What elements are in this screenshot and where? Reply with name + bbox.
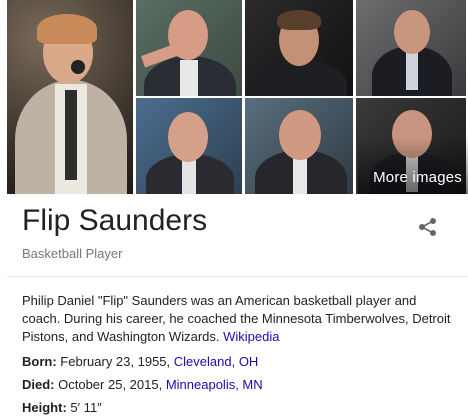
fact-born: Born: February 23, 1955, Cleveland, OH [22, 354, 258, 369]
photo-2[interactable] [136, 0, 242, 96]
entity-header: Flip Saunders Basketball Player [7, 194, 468, 277]
photo-1[interactable] [7, 0, 133, 194]
photo-3[interactable] [245, 0, 353, 96]
fact-died-label: Died: [22, 377, 55, 392]
image-gallery[interactable]: More images [7, 0, 468, 194]
entity-description: Philip Daniel "Flip" Saunders was an Ame… [22, 292, 458, 346]
knowledge-panel: More images Flip Saunders Basketball Pla… [0, 0, 468, 418]
photo-4[interactable] [356, 0, 466, 96]
born-place-link[interactable]: Cleveland, OH [174, 354, 259, 369]
entity-subtitle: Basketball Player [22, 246, 123, 261]
fact-born-label: Born: [22, 354, 57, 369]
fact-died-value: October 25, 2015, [58, 377, 163, 392]
fact-died: Died: October 25, 2015, Minneapolis, MN [22, 377, 263, 392]
entity-title: Flip Saunders [22, 204, 208, 237]
wikipedia-link[interactable]: Wikipedia [223, 329, 279, 344]
fact-height-label: Height: [22, 400, 67, 415]
died-place-link[interactable]: Minneapolis, MN [166, 377, 263, 392]
fact-height: Height: 5′ 11″ [22, 400, 102, 415]
photo-5[interactable] [136, 98, 242, 194]
fact-height-value: 5′ 11″ [70, 400, 102, 415]
photo-6[interactable] [245, 98, 353, 194]
photo-7[interactable] [356, 98, 466, 194]
fact-born-value: February 23, 1955, [60, 354, 171, 369]
share-icon[interactable] [417, 216, 439, 238]
